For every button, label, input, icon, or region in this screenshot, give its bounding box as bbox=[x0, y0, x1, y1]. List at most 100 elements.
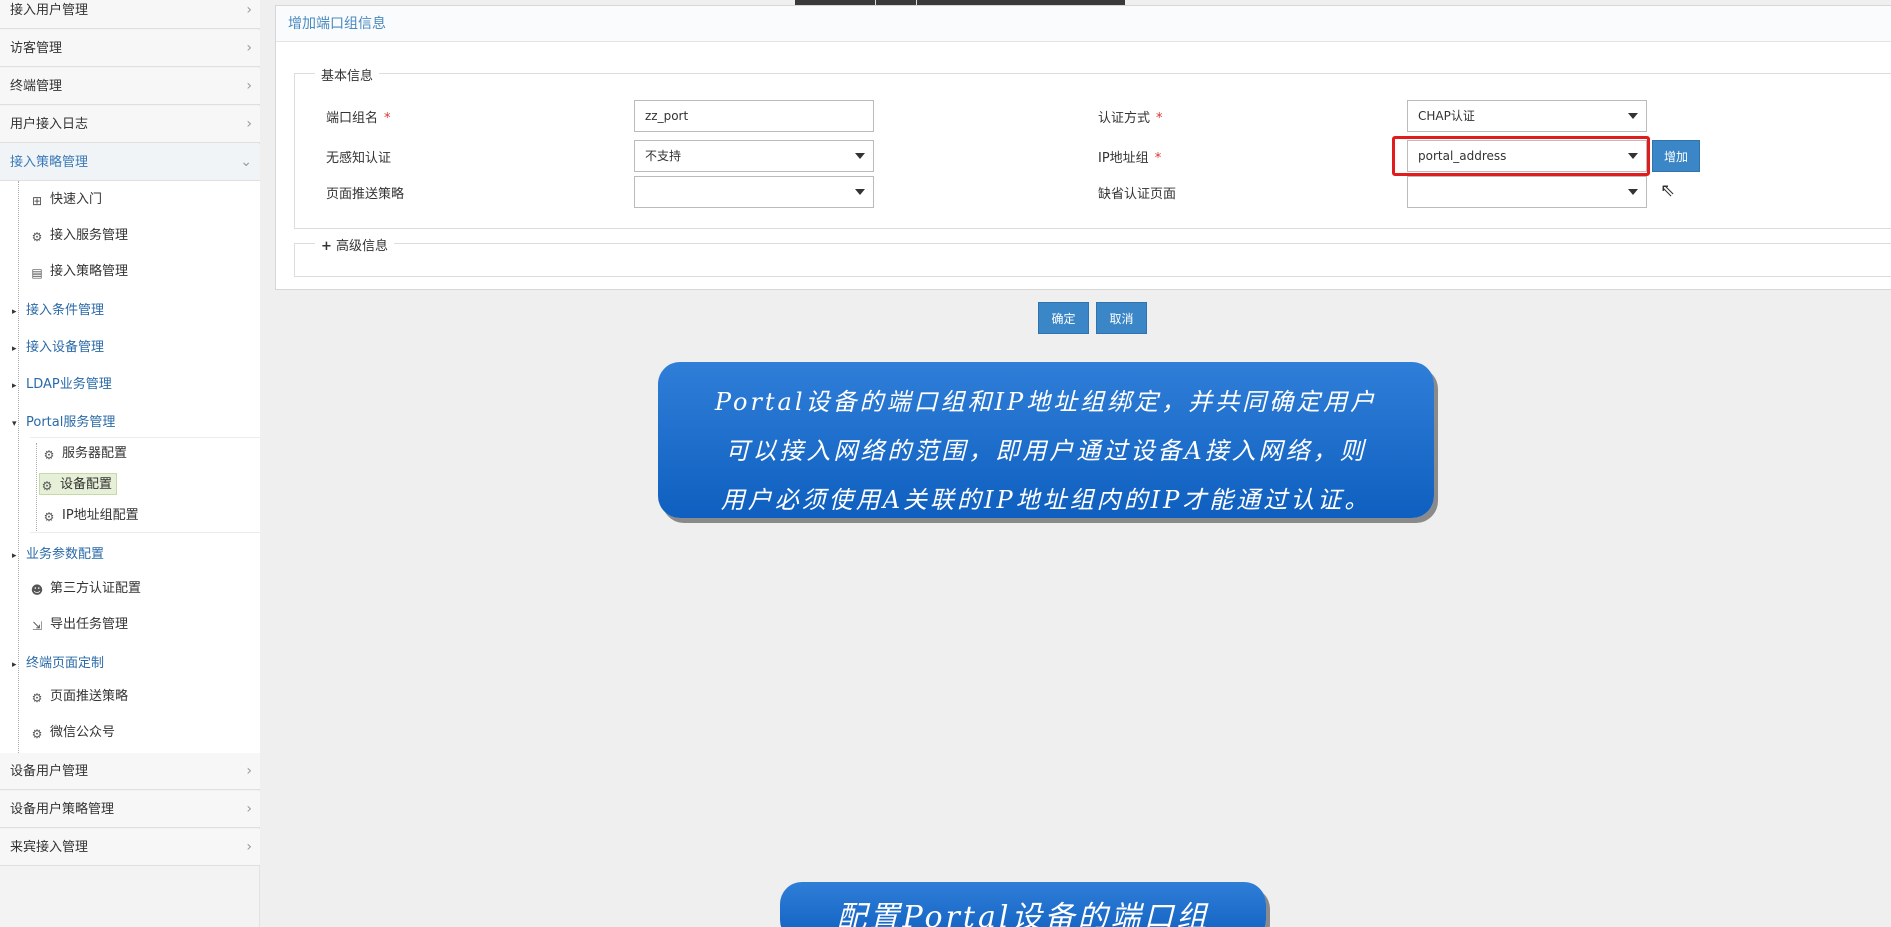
menu-access-log[interactable]: 用户接入日志 › bbox=[0, 106, 260, 143]
menu-terminal[interactable]: 终端管理 › bbox=[0, 68, 260, 105]
sub-item-label: 微信公众号 bbox=[50, 725, 116, 740]
group-terminal-page[interactable]: ▸ 终端页面定制 bbox=[12, 653, 104, 675]
chevron-right-icon: › bbox=[246, 78, 252, 94]
group-business-params[interactable]: ▸ 业务参数配置 bbox=[12, 544, 104, 566]
group-label: 业务参数配置 bbox=[26, 547, 105, 562]
sub-item-device-config[interactable]: ⚙ 设备配置 bbox=[39, 473, 118, 495]
sub-item-label: 接入策略管理 bbox=[50, 264, 129, 279]
triangle-right-icon: ▸ bbox=[12, 344, 17, 354]
sub-item-label: 快速入门 bbox=[50, 192, 103, 207]
required-mark: * bbox=[1156, 111, 1163, 126]
label-text: 无感知认证 bbox=[326, 151, 392, 166]
required-mark: * bbox=[1154, 151, 1162, 166]
select-value: 不支持 bbox=[645, 149, 682, 163]
sub-item-access-policy[interactable]: ▤ 接入策略管理 bbox=[30, 261, 128, 283]
sub-item-third-party-auth[interactable]: ☻ 第三方认证配置 bbox=[30, 578, 141, 600]
group-label: LDAP业务管理 bbox=[26, 377, 112, 392]
server-config-icon: ⚙ bbox=[43, 448, 55, 462]
menu-label: 接入用户管理 bbox=[10, 3, 89, 18]
ip-group-label: IP地址组 * bbox=[1098, 147, 1161, 166]
export-icon: ⇲ bbox=[31, 619, 43, 633]
page-push-icon: ⚙ bbox=[31, 691, 43, 705]
auth-method-select[interactable]: CHAP认证 bbox=[1407, 100, 1647, 132]
menu-label: 来宾接入管理 bbox=[10, 840, 89, 855]
sub-item-ip-group-config[interactable]: ⚙ IP地址组配置 bbox=[42, 505, 139, 527]
label-text: 端口组名 bbox=[326, 111, 379, 126]
basic-info-legend: 基本信息 bbox=[315, 65, 380, 84]
page-push-policy-label: 页面推送策略 bbox=[326, 183, 404, 202]
dropdown-arrow-icon bbox=[855, 153, 865, 159]
group-label: 接入设备管理 bbox=[26, 340, 105, 355]
policy-icon: ▤ bbox=[31, 266, 43, 280]
menu-label: 终端管理 bbox=[10, 79, 63, 94]
sub-item-quick-start[interactable]: ⊞ 快速入门 bbox=[30, 189, 102, 211]
group-label: 终端页面定制 bbox=[26, 656, 105, 671]
access-policy-submenu: ⊞ 快速入门 ⚙ 接入服务管理 ▤ 接入策略管理 ▸ 接入条件管理 ▸ 接入设备管理 ▸ L… bbox=[0, 181, 260, 755]
callout-line: Portal设备的端口组和IP地址组绑定，并共同确定用户 bbox=[714, 388, 1378, 416]
chevron-right-icon: › bbox=[246, 2, 252, 18]
menu-device-user-policy[interactable]: 设备用户策略管理 › bbox=[0, 791, 260, 828]
menu-label: 接入策略管理 bbox=[10, 155, 89, 170]
explanation-callout: Portal设备的端口组和IP地址组绑定，并共同确定用户 可以接入网络的范围，即… bbox=[658, 362, 1434, 518]
chevron-right-icon: › bbox=[246, 801, 252, 817]
label-text: 认证方式 bbox=[1098, 111, 1151, 126]
panel-title: 增加端口组信息 bbox=[276, 6, 1891, 42]
menu-visitor[interactable]: 访客管理 › bbox=[0, 30, 260, 67]
device-config-icon: ⚙ bbox=[41, 479, 53, 493]
callout-line: 可以接入网络的范围，即用户通过设备A接入网络，则 bbox=[725, 437, 1367, 465]
dropdown-arrow-icon bbox=[1628, 113, 1638, 119]
sub-item-access-service[interactable]: ⚙ 接入服务管理 bbox=[30, 225, 128, 247]
sub-item-page-push[interactable]: ⚙ 页面推送策略 bbox=[30, 686, 128, 708]
sub-item-label: 设备配置 bbox=[60, 477, 113, 492]
chevron-right-icon: › bbox=[246, 116, 252, 132]
menu-device-user[interactable]: 设备用户管理 › bbox=[0, 753, 260, 790]
group-portal-service[interactable]: ▾ Portal服务管理 bbox=[12, 412, 115, 434]
sub-item-wechat[interactable]: ⚙ 微信公众号 bbox=[30, 722, 115, 744]
page-push-policy-select[interactable] bbox=[634, 176, 874, 208]
dropdown-arrow-icon bbox=[855, 189, 865, 195]
sub-item-label: 服务器配置 bbox=[62, 446, 128, 461]
sub-item-label: IP地址组配置 bbox=[62, 508, 139, 523]
triangle-right-icon: ▸ bbox=[12, 551, 17, 561]
triangle-down-icon: ▾ bbox=[12, 419, 17, 429]
advanced-info-toggle[interactable]: + 高级信息 bbox=[315, 235, 395, 254]
default-auth-page-select[interactable] bbox=[1407, 176, 1647, 208]
group-label: 接入条件管理 bbox=[26, 303, 105, 318]
add-ip-group-button[interactable]: 增加 bbox=[1652, 140, 1700, 172]
select-value: CHAP认证 bbox=[1418, 109, 1475, 123]
menu-label: 用户接入日志 bbox=[10, 117, 89, 132]
mouse-cursor-icon: ⇖ bbox=[1660, 180, 1676, 201]
group-label: Portal服务管理 bbox=[26, 415, 116, 430]
service-icon: ⚙ bbox=[31, 230, 43, 244]
seamless-auth-select[interactable]: 不支持 bbox=[634, 140, 874, 172]
sub-item-server-config[interactable]: ⚙ 服务器配置 bbox=[42, 443, 127, 465]
menu-access-user[interactable]: 接入用户管理 › bbox=[0, 0, 260, 29]
legend-text: 高级信息 bbox=[336, 239, 389, 254]
sub-item-label: 页面推送策略 bbox=[50, 689, 129, 704]
group-access-device[interactable]: ▸ 接入设备管理 bbox=[12, 337, 104, 359]
callout-line: 用户必须使用A关联的IP地址组内的IP才能通过认证。 bbox=[720, 486, 1372, 514]
menu-access-policy[interactable]: 接入策略管理 ⌄ bbox=[0, 144, 260, 181]
chevron-down-icon: ⌄ bbox=[240, 154, 252, 170]
confirm-button[interactable]: 确定 bbox=[1038, 302, 1089, 334]
third-party-icon: ☻ bbox=[30, 583, 44, 597]
menu-guest-access[interactable]: 来宾接入管理 › bbox=[0, 829, 260, 866]
menu-label: 访客管理 bbox=[10, 41, 63, 56]
caption-text: 配置Portal设备的端口组 bbox=[836, 900, 1210, 927]
menu-label: 设备用户策略管理 bbox=[10, 802, 115, 817]
auth-method-label: 认证方式 * bbox=[1098, 107, 1163, 126]
divider bbox=[30, 437, 260, 438]
caption-callout: 配置Portal设备的端口组 bbox=[780, 882, 1266, 927]
port-group-name-input[interactable] bbox=[634, 100, 874, 132]
label-text: IP地址组 bbox=[1098, 151, 1149, 166]
ip-group-icon: ⚙ bbox=[43, 510, 55, 524]
sub-item-label: 第三方认证配置 bbox=[50, 581, 142, 596]
plus-icon: + bbox=[321, 239, 332, 254]
seamless-auth-label: 无感知认证 bbox=[326, 147, 391, 166]
sub-item-export-task[interactable]: ⇲ 导出任务管理 bbox=[30, 614, 128, 636]
tree-line bbox=[36, 443, 37, 533]
highlight-box bbox=[1392, 136, 1650, 176]
group-ldap[interactable]: ▸ LDAP业务管理 bbox=[12, 374, 112, 396]
cancel-button[interactable]: 取消 bbox=[1096, 302, 1147, 334]
group-access-condition[interactable]: ▸ 接入条件管理 bbox=[12, 300, 104, 322]
